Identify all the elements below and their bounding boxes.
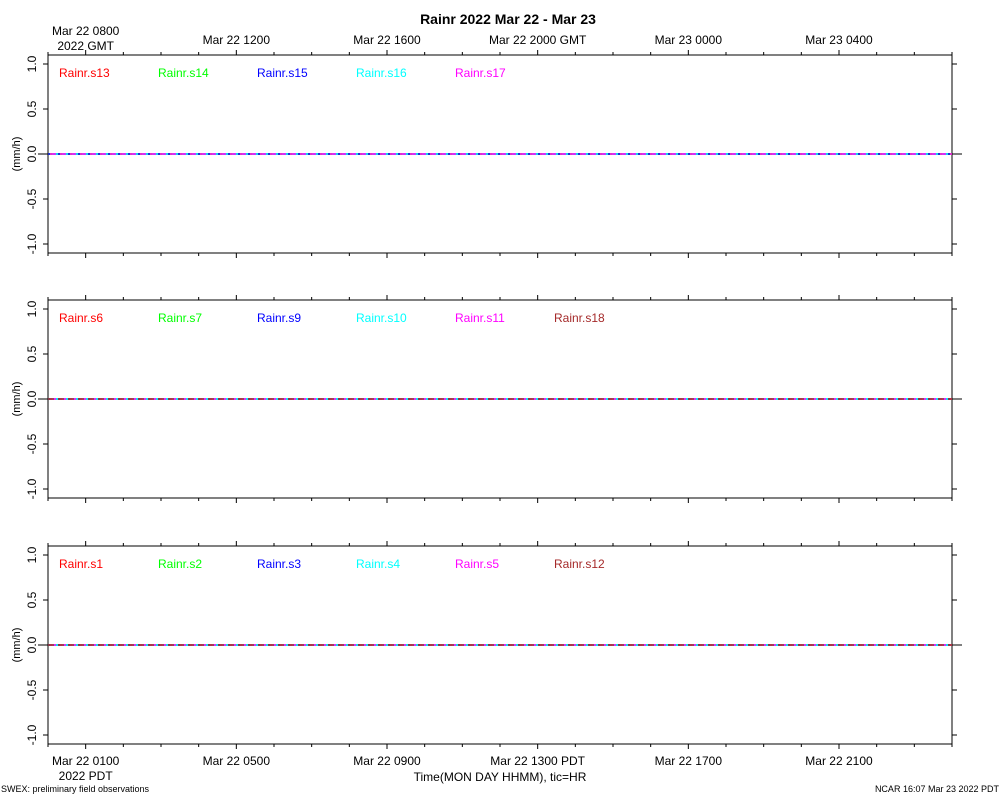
chart-title: Rainr 2022 Mar 22 - Mar 23 — [420, 11, 596, 27]
y-tick-label: -0.5 — [25, 679, 39, 700]
top-tick-label: Mar 22 1600 — [353, 33, 421, 47]
chart-panel-2: 1.0 0.5 0.0 -0.5 -1.0 (mm/h) Rainr.s6 Rainr.s7 R… — [11, 295, 962, 503]
legend-entry: Rainr.s10 — [356, 311, 407, 325]
x-axis-label: Time(MON DAY HHMM), tic=HR — [414, 770, 587, 784]
legend-entry: Rainr.s6 — [59, 311, 103, 325]
y-tick-label: 1.0 — [25, 546, 39, 563]
top-tick-label: Mar 22 2000 GMT — [489, 33, 587, 47]
legend-entry: Rainr.s16 — [356, 66, 407, 80]
y-tick-label: 0.0 — [25, 390, 39, 407]
legend-entry: Rainr.s3 — [257, 557, 301, 571]
legend-entry: Rainr.s18 — [554, 311, 605, 325]
legend-entry: Rainr.s7 — [158, 311, 202, 325]
y-tick-label: 0.5 — [25, 591, 39, 608]
legend-entry: Rainr.s15 — [257, 66, 308, 80]
footer-left-note: SWEX: preliminary field observations — [1, 784, 150, 794]
top-tick-label: Mar 23 0000 — [655, 33, 723, 47]
chart-panels: 1.0 0.5 0.0 -0.5 -1.0 (mm/h) Rainr.s13 Rainr.s1… — [11, 50, 962, 749]
legend-entry: Rainr.s11 — [455, 311, 505, 325]
y-tick-label: 0.5 — [25, 100, 39, 117]
y-tick-label: -0.5 — [25, 433, 39, 454]
bottom-tick-label: Mar 22 0500 — [203, 754, 271, 768]
y-tick-label: 1.0 — [25, 300, 39, 317]
bottom-tick-label: Mar 22 0100 — [52, 754, 120, 768]
bottom-tick-sublabel: 2022 PDT — [59, 769, 114, 783]
top-tick-label: Mar 23 0400 — [805, 33, 873, 47]
top-tick-label: Mar 22 1200 — [203, 33, 271, 47]
top-time-axis: Mar 22 08002022 GMT Mar 22 1200 Mar 22 160… — [52, 24, 873, 53]
rain-rate-figure: Rainr 2022 Mar 22 - Mar 23 Mar 22 080020… — [1, 11, 1000, 794]
y-tick-label: -0.5 — [25, 188, 39, 209]
legend-entry: Rainr.s13 — [59, 66, 110, 80]
legend-entry: Rainr.s12 — [554, 557, 605, 571]
legend-entry: Rainr.s14 — [158, 66, 209, 80]
y-tick-label: -1.0 — [25, 233, 39, 254]
legend-entry: Rainr.s9 — [257, 311, 301, 325]
legend-entry: Rainr.s5 — [455, 557, 499, 571]
footer-right-note: NCAR 16:07 Mar 23 2022 PDT — [875, 784, 1000, 794]
legend-entry: Rainr.s1 — [59, 557, 103, 571]
y-tick-label: -1.0 — [25, 478, 39, 499]
y-tick-label: -1.0 — [25, 724, 39, 745]
y-axis-label: (mm/h) — [11, 137, 23, 172]
chart-panel-3: 1.0 0.5 0.0 -0.5 -1.0 (mm/h) Rainr.s1 Rainr.s2 R… — [11, 541, 962, 749]
y-tick-label: 0.0 — [25, 636, 39, 653]
legend-entry: Rainr.s4 — [356, 557, 400, 571]
bottom-tick-label: Mar 22 1300 PDT — [490, 754, 585, 768]
legend-entry: Rainr.s17 — [455, 66, 506, 80]
bottom-tick-label: Mar 22 2100 — [805, 754, 873, 768]
y-axis-label: (mm/h) — [11, 382, 23, 417]
top-tick-label: Mar 22 0800 — [52, 24, 120, 38]
legend-entry: Rainr.s2 — [158, 557, 202, 571]
bottom-tick-label: Mar 22 1700 — [655, 754, 723, 768]
y-axis-label: (mm/h) — [11, 628, 23, 663]
y-tick-label: 0.5 — [25, 345, 39, 362]
y-tick-label: 1.0 — [25, 55, 39, 72]
y-tick-label: 0.0 — [25, 145, 39, 162]
chart-panel-1: 1.0 0.5 0.0 -0.5 -1.0 (mm/h) Rainr.s13 Rainr.s1… — [11, 50, 962, 258]
bottom-tick-label: Mar 22 0900 — [353, 754, 421, 768]
